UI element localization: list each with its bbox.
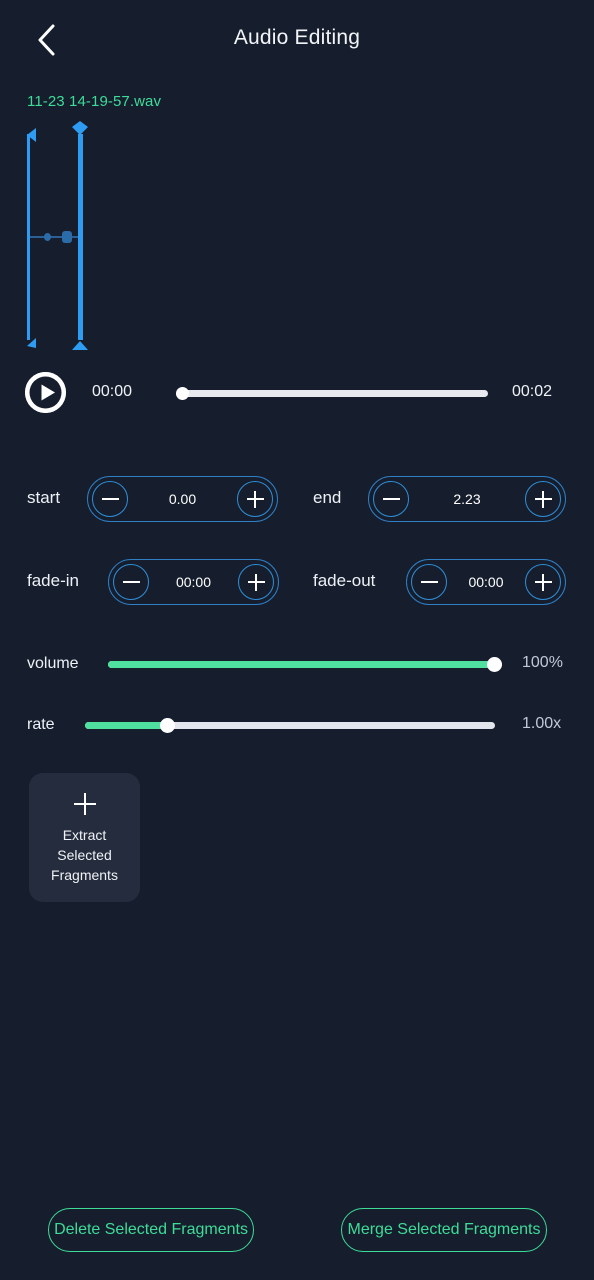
extract-label-line1: Extract [62,827,107,843]
audio-editing-screen: Audio Editing 11-23 14-19-57.wav 00:00 0… [0,0,594,1280]
fade-in-decrement-button[interactable] [113,564,149,600]
fade-out-increment-button[interactable] [525,564,561,600]
volume-thumb[interactable] [487,657,502,672]
start-value: 0.00 [168,491,197,507]
plus-icon-vertical [542,490,544,508]
total-time-label: 00:02 [512,383,553,400]
fade-out-label: fade-out [313,571,376,590]
rate-fill [85,722,167,729]
extract-selected-fragments-button[interactable]: Extract Selected Fragments [29,773,140,902]
progress-track[interactable] [176,390,488,397]
handle-bottom-cap-icon [72,341,88,350]
playback-controls: 00:00 00:02 [0,372,594,414]
waveform-peak [44,233,51,241]
extract-label-line2: Selected [57,847,112,863]
delete-selected-fragments-button[interactable]: Delete Selected Fragments [48,1208,254,1252]
end-value: 2.23 [453,491,481,507]
start-decrement-button[interactable] [92,481,128,517]
fade-in-stepper[interactable]: 00:00 [108,559,279,605]
handle-bottom-cap-icon [27,338,36,348]
rate-label: rate [27,716,55,733]
current-time-label: 00:00 [92,383,133,400]
minus-icon [101,498,119,500]
extract-label: Extract Selected Fragments [51,825,118,885]
rate-value: 1.00x [522,715,562,732]
fade-out-decrement-button[interactable] [411,564,447,600]
fade-row: fade-in 00:00 fade-out 00:00 [0,559,594,605]
minus-icon [420,581,438,583]
volume-row: volume 100% [0,650,594,680]
fade-in-value: 00:00 [175,574,212,590]
waveform-view[interactable] [0,121,594,350]
start-label: start [27,488,61,507]
merge-selected-fragments-button[interactable]: Merge Selected Fragments [341,1208,547,1252]
fade-in-label: fade-in [27,571,79,590]
start-end-row: start 0.00 end 2.23 [0,476,594,522]
volume-value: 100% [522,654,563,671]
volume-fill [108,661,502,668]
fade-out-stepper[interactable]: 00:00 [406,559,566,605]
volume-label: volume [27,655,79,672]
end-stepper[interactable]: 2.23 [368,476,566,522]
extract-label-line3: Fragments [51,867,118,883]
rate-slider[interactable] [85,718,495,733]
end-decrement-button[interactable] [373,481,409,517]
progress-thumb[interactable] [176,387,189,400]
app-header: Audio Editing [0,0,594,80]
play-button[interactable] [25,372,66,413]
bottom-action-bar: Delete Selected Fragments Merge Selected… [0,1208,594,1252]
waveform-centerline [28,236,80,238]
plus-icon-vertical [542,573,544,591]
fade-in-increment-button[interactable] [238,564,274,600]
rate-thumb[interactable] [160,718,175,733]
waveform-peak [62,231,72,243]
file-name-label: 11-23 14-19-57.wav [27,93,162,110]
plus-icon [72,791,98,817]
fade-out-value: 00:00 [468,574,504,590]
start-stepper[interactable]: 0.00 [87,476,278,522]
start-increment-button[interactable] [237,481,273,517]
play-icon [25,372,66,413]
playback-progress-slider[interactable] [176,386,488,400]
minus-icon [382,498,400,500]
handle-stem [78,134,83,340]
page-title: Audio Editing [233,26,361,49]
end-label: end [313,488,342,507]
handle-stem [27,134,30,340]
volume-slider[interactable] [108,657,502,672]
minus-icon [122,581,140,583]
plus-icon-vertical [255,573,257,591]
plus-icon-vertical [254,490,256,508]
end-increment-button[interactable] [525,481,561,517]
rate-row: rate 1.00x [0,711,594,741]
